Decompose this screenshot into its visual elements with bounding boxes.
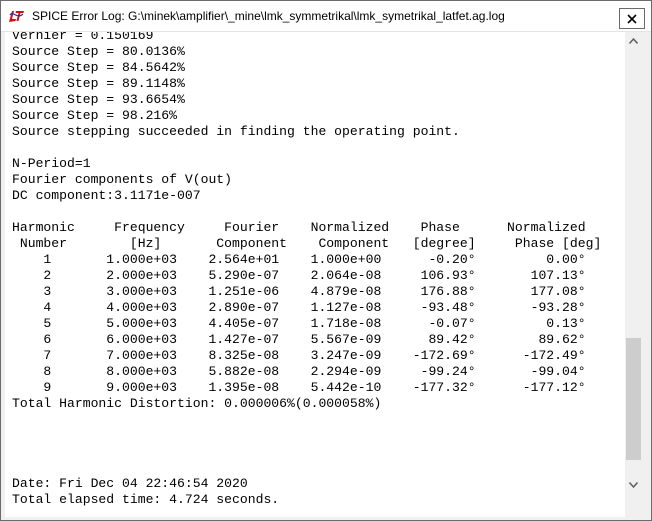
title-bar[interactable]: SPICE Error Log: G:\minek\amplifier\_min…: [1, 1, 651, 32]
log-line: 3 3.000e+03 1.251e-06 4.879e-08 176.88° …: [12, 284, 586, 299]
log-line: Source stepping succeeded in finding the…: [12, 124, 460, 139]
scroll-up-arrow-icon: [629, 37, 638, 44]
close-icon: [627, 13, 637, 24]
log-line: Harmonic Frequency Fourier Normalized Ph…: [12, 220, 586, 235]
window-title: SPICE Error Log: G:\minek\amplifier\_min…: [32, 9, 505, 23]
size-grip[interactable]: [625, 493, 642, 517]
scroll-down-arrow-icon: [629, 481, 638, 488]
log-line: 4 4.000e+03 2.890e-07 1.127e-08 -93.48° …: [12, 300, 586, 315]
log-line: Date: Fri Dec 04 22:46:54 2020: [12, 476, 248, 491]
log-line: 1 1.000e+03 2.564e+01 1.000e+00 -0.20° 0…: [12, 252, 586, 267]
log-line: DC component:3.1171e-007: [12, 188, 201, 203]
scroll-down-button[interactable]: [625, 476, 642, 493]
log-text: Vernier = 0.150169 Source Step = 80.0136…: [12, 32, 601, 508]
close-button[interactable]: [619, 8, 645, 29]
log-line: Source Step = 89.1148%: [12, 76, 185, 91]
log-line: Source Step = 84.5642%: [12, 60, 185, 75]
log-line: 8 8.000e+03 5.882e-08 2.294e-09 -99.24° …: [12, 364, 586, 379]
log-line: 6 6.000e+03 1.427e-07 5.567e-09 89.42° 8…: [12, 332, 586, 347]
scroll-up-button[interactable]: [625, 32, 642, 49]
log-line: Total elapsed time: 4.724 seconds.: [12, 492, 280, 507]
spice-error-log-window: SPICE Error Log: G:\minek\amplifier\_min…: [0, 0, 652, 521]
log-line: Total Harmonic Distortion: 0.000006%(0.0…: [12, 396, 382, 411]
log-line: 2 2.000e+03 5.290e-07 2.064e-08 106.93° …: [12, 268, 586, 283]
log-line: N-Period=1: [12, 156, 91, 171]
log-line: Source Step = 93.6654%: [12, 92, 185, 107]
log-line: Source Step = 80.0136%: [12, 44, 185, 59]
log-line: 5 5.000e+03 4.405e-07 1.718e-08 -0.07° 0…: [12, 316, 586, 331]
log-line: 7 7.000e+03 8.325e-08 3.247e-09 -172.69°…: [12, 348, 586, 363]
log-text-area[interactable]: Vernier = 0.150169 Source Step = 80.0136…: [5, 32, 625, 517]
ltspice-logo-icon: [9, 11, 24, 22]
log-line: Vernier = 0.150169: [12, 32, 154, 43]
log-line: Fourier components of V(out): [12, 172, 233, 187]
log-line: Number [Hz] Component Component [degree]…: [12, 236, 602, 251]
vertical-scrollbar[interactable]: [625, 32, 642, 493]
log-line: Source Step = 98.216%: [12, 108, 178, 123]
scroll-thumb[interactable]: [626, 338, 641, 460]
log-line: 9 9.000e+03 1.395e-08 5.442e-10 -177.32°…: [12, 380, 586, 395]
